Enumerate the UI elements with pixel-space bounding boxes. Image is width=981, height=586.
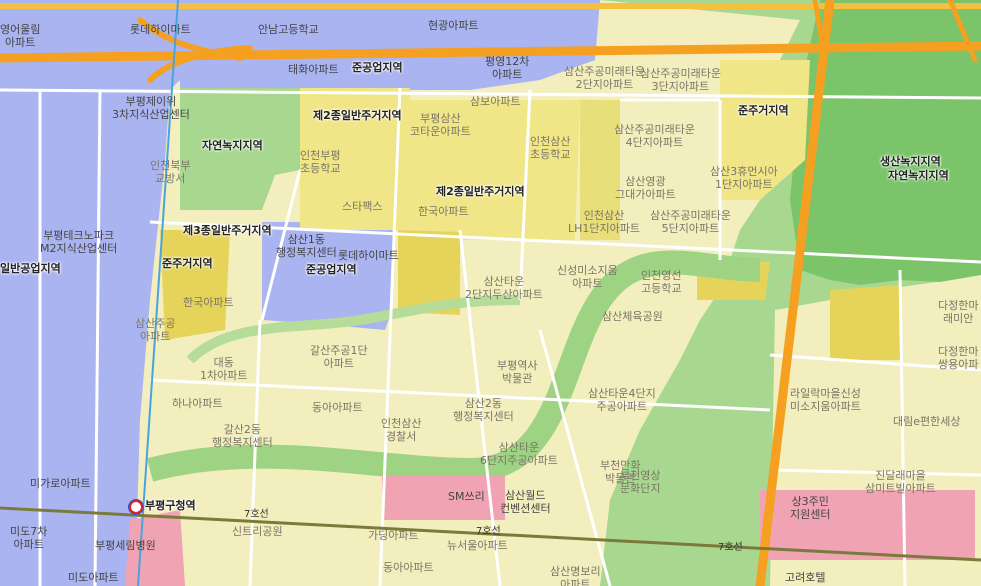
zone-label-general-industrial: 일반공업지역 <box>0 262 61 275</box>
place-label[interactable]: 삼산2동 행정복지센터 <box>453 397 514 423</box>
place-label[interactable]: 인천부평 초등학교 <box>300 149 340 175</box>
zone-label-natural-green: 자연녹지지역 <box>202 139 263 152</box>
zone-label-semi-residential: 준주거지역 <box>162 257 213 270</box>
place-label[interactable]: 삼산주공미래타운 5단지아파트 <box>650 209 731 235</box>
place-label[interactable]: 한국아파트 <box>418 205 469 219</box>
place-label[interactable]: 삼산주공미래타운 4단지아파트 <box>614 123 695 149</box>
place-label[interactable]: 신트리공원 <box>232 525 283 539</box>
place-label[interactable]: 삼산주공미래타운 2단지아파트 <box>564 65 645 91</box>
place-label[interactable]: 삼보아파트 <box>470 95 521 109</box>
subway-line-label: 7호선 <box>718 542 743 553</box>
place-label[interactable]: 태화아파트 <box>288 63 339 77</box>
place-label[interactable]: SM쓰리 <box>448 490 485 504</box>
place-label[interactable]: 현광아파트 <box>428 19 479 33</box>
place-label[interactable]: 평영12차 아파트 <box>485 55 529 81</box>
place-label[interactable]: 고려호텔 <box>785 571 825 585</box>
place-label[interactable]: 갈산주공1단 아파트 <box>310 344 368 370</box>
place-label[interactable]: 미가로아파트 <box>30 477 91 491</box>
place-label[interactable]: 한국아파트 <box>183 296 234 310</box>
place-label[interactable]: 부평삼산 코타운아파트 <box>410 112 471 138</box>
place-label[interactable]: 부천만화 박물관 <box>600 459 640 485</box>
place-label[interactable]: 삼산3휴먼시아 1단지아파트 <box>710 165 778 191</box>
place-label[interactable]: 인천삼산 초등학교 <box>530 135 570 161</box>
place-label[interactable]: 뉴서울아파트 <box>447 539 508 553</box>
place-label[interactable]: 라일락마을신성 미소지움아파트 <box>790 387 861 413</box>
place-label[interactable]: 부평역사 박물관 <box>497 359 537 385</box>
place-label[interactable]: 동아아파트 <box>383 561 434 575</box>
place-label[interactable]: 부평제이위 3차지식산업센터 <box>112 95 190 121</box>
zone-label-semi-industrial-mid: 준공업지역 <box>306 263 357 276</box>
place-label[interactable]: 대림e편한세상 <box>893 415 961 429</box>
place-label[interactable]: 미도7차 아파트 <box>10 525 47 551</box>
place-label[interactable]: 부평세림병원 <box>95 539 156 553</box>
station-label[interactable]: 부평구청역 <box>145 499 196 513</box>
place-label[interactable]: 삼산타운4단지 주공아파트 <box>588 387 656 413</box>
place-label[interactable]: 삼산1동 행정복지센터 <box>276 233 337 259</box>
place-label[interactable]: 하나아파트 <box>172 397 223 411</box>
place-label[interactable]: 삼산체육공원 <box>602 310 663 324</box>
place-label[interactable]: 롯데하이마트 <box>338 249 399 263</box>
place-label[interactable]: 미도아파트 <box>68 571 119 585</box>
zone-label-general2-mid: 제2종일반주거지역 <box>436 185 525 198</box>
place-label[interactable]: 다정한마 래미안 <box>938 299 978 325</box>
place-label[interactable]: 삼산타운 2단지두산아파트 <box>465 275 543 301</box>
map-canvas[interactable]: 준공업지역 제2종일반주거지역 자연녹지지역 제2종일반주거지역 제3종일반주거… <box>0 0 981 586</box>
subway-line-label: 7호선 <box>476 526 501 537</box>
place-label[interactable]: 신성미소지움 아파트 <box>557 264 618 290</box>
place-label[interactable]: 롯데하이마트 <box>130 23 191 37</box>
place-label[interactable]: 삼산월드 컨벤션센터 <box>500 489 551 515</box>
place-label[interactable]: 다정한마 쌍용아파 <box>938 345 978 371</box>
commercial-zone-1 <box>382 475 505 520</box>
subway-line-label: 7호선 <box>244 509 269 520</box>
place-label[interactable]: 삼산명보리 아파트 <box>550 565 601 586</box>
semi-res-right <box>830 285 900 360</box>
place-label[interactable]: 삼산주공 아파트 <box>135 317 175 343</box>
place-label[interactable]: 삼산주공미래타운 3단지아파트 <box>640 67 721 93</box>
place-label[interactable]: 부평테크노파크 M2지식산업센터 <box>40 229 117 255</box>
zone-label-semi-residential-right: 준주거지역 <box>738 104 789 117</box>
place-label[interactable]: 스타팩스 <box>342 200 382 214</box>
subway-station-icon[interactable] <box>129 500 143 514</box>
place-label[interactable]: 상3주민 지원센터 <box>790 495 830 521</box>
place-label[interactable]: 갈산2동 행정복지센터 <box>212 423 273 449</box>
place-label[interactable]: 안남고등학교 <box>258 23 319 37</box>
place-label[interactable]: 인천삼산 LH1단지아파트 <box>568 209 640 235</box>
place-label[interactable]: 인천북부 교방서 <box>150 159 190 185</box>
place-label[interactable]: 인천영선 고등학교 <box>641 269 681 295</box>
place-label[interactable]: 진달래마을 삼미트빌아파트 <box>865 469 936 495</box>
place-label[interactable]: 인천삼산 경찰서 <box>381 417 421 443</box>
place-label[interactable]: 동아아파트 <box>312 401 363 415</box>
zone-label-natural-green-right: 자연녹지지역 <box>888 169 949 182</box>
place-label[interactable]: 가딩아파트 <box>368 529 419 543</box>
industrial-zone-top <box>180 0 600 90</box>
place-label[interactable]: 대동 1차아파트 <box>200 356 247 382</box>
place-label[interactable]: 삼산영광 그대가아파트 <box>615 175 676 201</box>
zone-label-semi-industrial: 준공업지역 <box>352 61 403 74</box>
zone-label-general2: 제2종일반주거지역 <box>313 109 402 122</box>
zone-label-general3: 제3종일반주거지역 <box>183 224 272 237</box>
zone-label-production-green: 생산녹지지역 <box>880 155 941 168</box>
place-label[interactable]: 영어울림 아파트 <box>0 23 40 49</box>
place-label[interactable]: 삼산타운 6단지주공아파트 <box>480 441 558 467</box>
